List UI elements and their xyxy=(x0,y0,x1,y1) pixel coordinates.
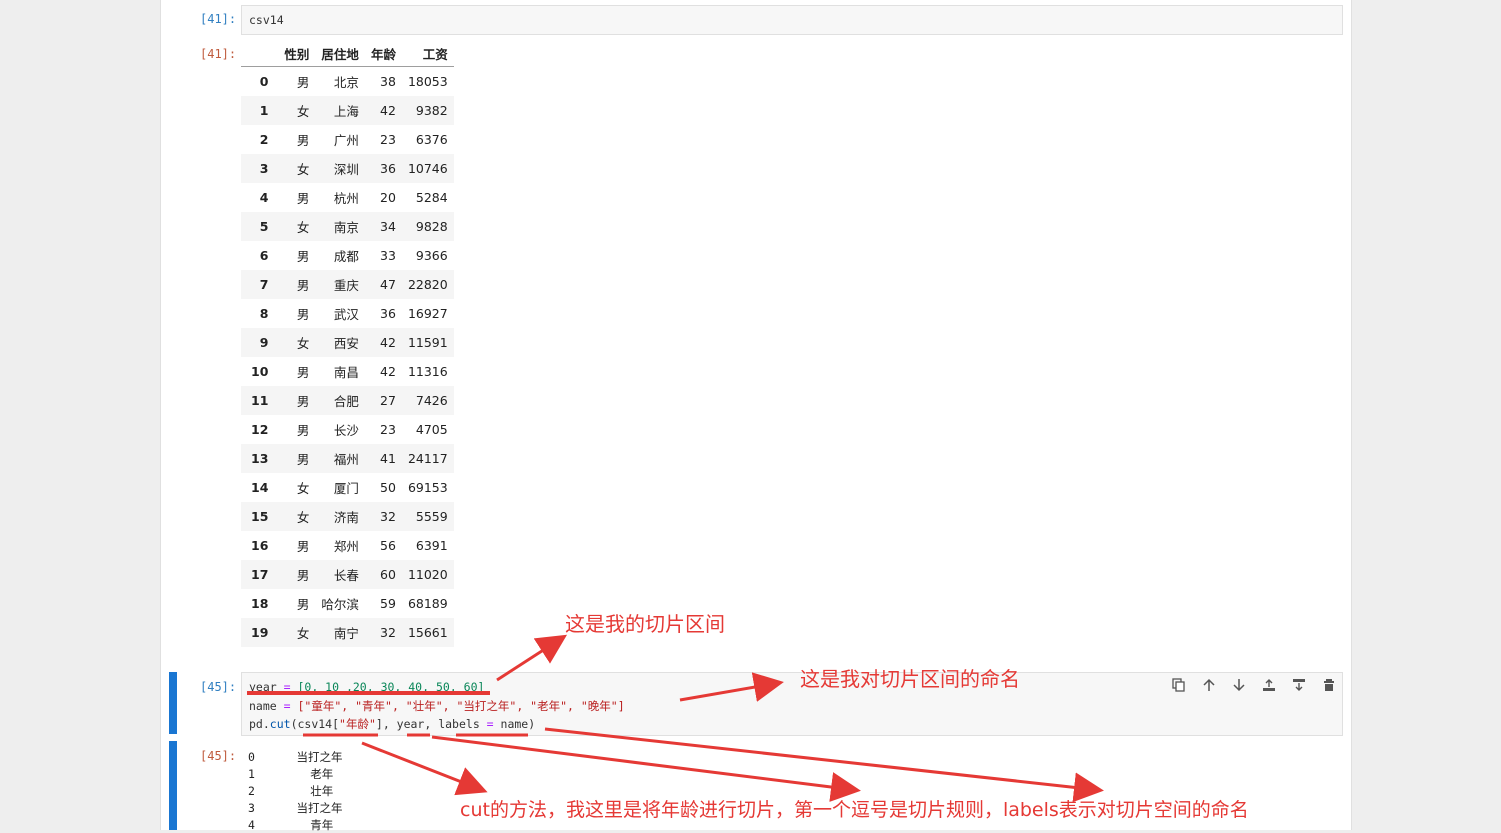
arrow-labels xyxy=(544,727,1104,803)
arrow-year-rule xyxy=(431,735,861,802)
annotation-slice-interval: 这是我的切片区间 xyxy=(565,612,725,636)
arrow-to-slice-interval xyxy=(496,634,568,682)
annotation-cut-method: cut的方法，我这里是将年龄进行切片，第一个逗号是切片规则，labels表示对切… xyxy=(460,799,1249,821)
annotation-slice-naming: 这是我对切片区间的命名 xyxy=(800,667,1020,691)
annotation-overlay xyxy=(247,634,1104,803)
arrow-to-slice-naming xyxy=(679,672,784,702)
arrow-to-cut-method xyxy=(361,741,488,796)
